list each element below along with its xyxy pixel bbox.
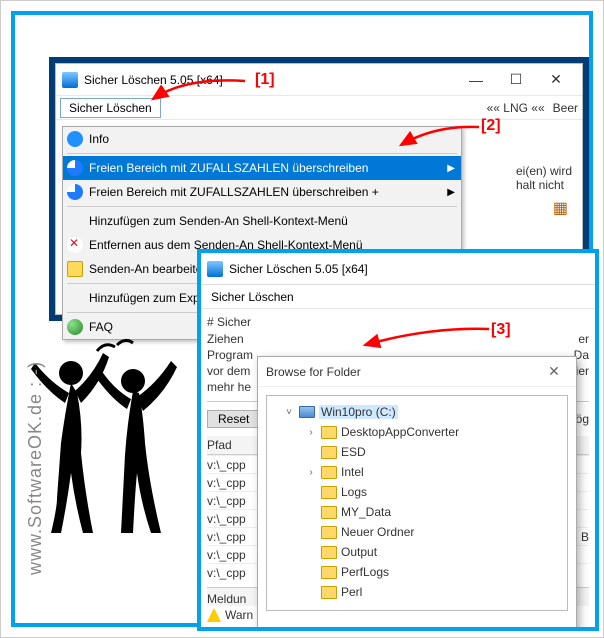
menu-item-label: Freien Bereich mit ZUFALLSZAHLEN übersch…	[89, 185, 379, 199]
warning-icon	[207, 608, 221, 622]
para-line: Ziehen	[207, 331, 244, 347]
window-2: Sicher Löschen 5.05 [x64] Sicher Löschen…	[197, 249, 599, 631]
expander-icon[interactable]: ›	[305, 467, 317, 478]
menu-item-label: Hinzufügen zum Expl	[89, 291, 202, 305]
tree-item-label: Neuer Ordner	[341, 525, 414, 539]
message-label: Warn	[225, 608, 253, 622]
callout-3: [3]	[491, 321, 511, 339]
outer-frame: Sicher Löschen 5.05 [x64] — ☐ ✕ Sicher L…	[11, 11, 593, 627]
menu-item-add-sendto[interactable]: Hinzufügen zum Senden-An Shell-Kontext-M…	[63, 209, 461, 233]
tree-item[interactable]: Perl	[277, 582, 561, 602]
behind-line-2: halt nicht	[516, 178, 572, 192]
tree-item[interactable]: Neuer Ordner	[277, 522, 561, 542]
dialog-titlebar: Browse for Folder ✕	[258, 357, 576, 387]
folder-icon	[321, 566, 337, 579]
callout-2: [2]	[481, 117, 501, 135]
expander-icon[interactable]: ›	[305, 427, 317, 438]
grid-icon[interactable]: ▦	[553, 198, 568, 218]
submenu-arrow-icon: ▶	[447, 187, 455, 198]
tree-item-root[interactable]: ˅ Win10pro (C:)	[277, 402, 561, 422]
menu-item-label: FAQ	[89, 320, 113, 334]
para-line: vor dem	[207, 363, 250, 379]
dialog-body: ˅ Win10pro (C:) › DesktopAppConverter ESD ›…	[258, 387, 576, 627]
app-icon	[207, 261, 223, 277]
tree-item-label: Win10pro (C:)	[319, 405, 398, 419]
window-title: Sicher Löschen 5.05 [x64]	[229, 262, 589, 276]
folder-icon	[321, 506, 337, 519]
title-bar: Sicher Löschen 5.05 [x64] — ☐ ✕	[56, 64, 582, 96]
tree-item-label: Intel	[341, 465, 364, 479]
menu-sicher-loeschen[interactable]: Sicher Löschen	[205, 288, 300, 306]
tree-item[interactable]: MY_Data	[277, 502, 561, 522]
menu-sicher-loeschen[interactable]: Sicher Löschen	[60, 98, 161, 118]
menu-item-overwrite[interactable]: Freien Bereich mit ZUFALLSZAHLEN übersch…	[63, 156, 461, 180]
menu-item-label: Senden-An bearbeite	[89, 262, 202, 276]
tree-item[interactable]: Logs	[277, 482, 561, 502]
tree-item-label: DesktopAppConverter	[341, 425, 459, 439]
minimize-button[interactable]: —	[456, 66, 496, 94]
menu-item-info[interactable]: Info	[63, 127, 461, 151]
tree-item[interactable]: ESD	[277, 442, 561, 462]
reset-button[interactable]: Reset	[207, 410, 260, 428]
app-icon	[62, 72, 78, 88]
folder-icon	[321, 426, 337, 439]
drive-icon	[299, 406, 315, 418]
menu-bar: Sicher Löschen	[201, 285, 595, 309]
dancers-illustration	[21, 333, 191, 543]
menu-item-label: Info	[89, 132, 109, 146]
beer-link[interactable]: Beer	[549, 101, 582, 115]
browse-folder-dialog: Browse for Folder ✕ ˅ Win10pro (C:) › Des…	[257, 356, 577, 627]
heading: # Sicher	[207, 315, 589, 329]
menu-separator	[67, 206, 457, 207]
tree-item-label: ESD	[341, 445, 366, 459]
tree-item[interactable]: › Intel	[277, 462, 561, 482]
tree-item[interactable]: › DesktopAppConverter	[277, 422, 561, 442]
tree-item-label: Perl	[341, 585, 362, 599]
window-2-body: # Sicher Ziehener ProgramDa vor demhier …	[201, 309, 595, 627]
menu-separator	[67, 153, 457, 154]
folder-icon	[321, 526, 337, 539]
callout-1: [1]	[255, 71, 275, 89]
document-icon	[67, 261, 83, 277]
title-bar: Sicher Löschen 5.05 [x64]	[201, 253, 595, 285]
x-icon	[67, 237, 83, 253]
submenu-arrow-icon: ▶	[447, 163, 455, 174]
menu-item-label: Freien Bereich mit ZUFALLSZAHLEN übersch…	[89, 161, 368, 175]
folder-tree[interactable]: ˅ Win10pro (C:) › DesktopAppConverter ESD ›…	[266, 395, 568, 611]
para-line: Program	[207, 347, 253, 363]
behind-line-1: ei(en) wird	[516, 164, 572, 178]
close-button[interactable]: ✕	[536, 66, 576, 94]
tree-item[interactable]: PerfLogs	[277, 562, 561, 582]
folder-icon	[321, 546, 337, 559]
cell-size: B	[581, 530, 589, 544]
tree-item-label: Output	[341, 545, 377, 559]
content-behind: ei(en) wird halt nicht	[516, 164, 572, 192]
close-button[interactable]: ✕	[540, 363, 568, 380]
message-label: Fehler	[223, 626, 257, 627]
menu-bar: Sicher Löschen «« LNG «« Beer	[56, 96, 582, 120]
folder-icon	[321, 486, 337, 499]
para-right: er	[578, 331, 589, 347]
watermark: www.SoftwareOK.de : -)	[25, 361, 46, 575]
info-icon	[67, 131, 83, 147]
dialog-title: Browse for Folder	[266, 365, 361, 379]
lng-switch[interactable]: «« LNG ««	[483, 101, 549, 115]
pie-icon	[67, 160, 83, 176]
para-line: mehr he	[207, 380, 251, 394]
pie-icon	[67, 184, 83, 200]
expander-icon[interactable]: ˅	[283, 407, 295, 418]
folder-icon	[321, 446, 337, 459]
menu-item-label: Hinzufügen zum Senden-An Shell-Kontext-M…	[89, 214, 348, 228]
folder-icon	[321, 466, 337, 479]
tree-item-label: Logs	[341, 485, 367, 499]
folder-icon	[321, 586, 337, 599]
tree-item-label: MY_Data	[341, 505, 391, 519]
menu-item-overwrite-plus[interactable]: Freien Bereich mit ZUFALLSZAHLEN übersch…	[63, 180, 461, 204]
maximize-button[interactable]: ☐	[496, 66, 536, 94]
tree-item[interactable]: Output	[277, 542, 561, 562]
tree-item-label: PerfLogs	[341, 565, 389, 579]
